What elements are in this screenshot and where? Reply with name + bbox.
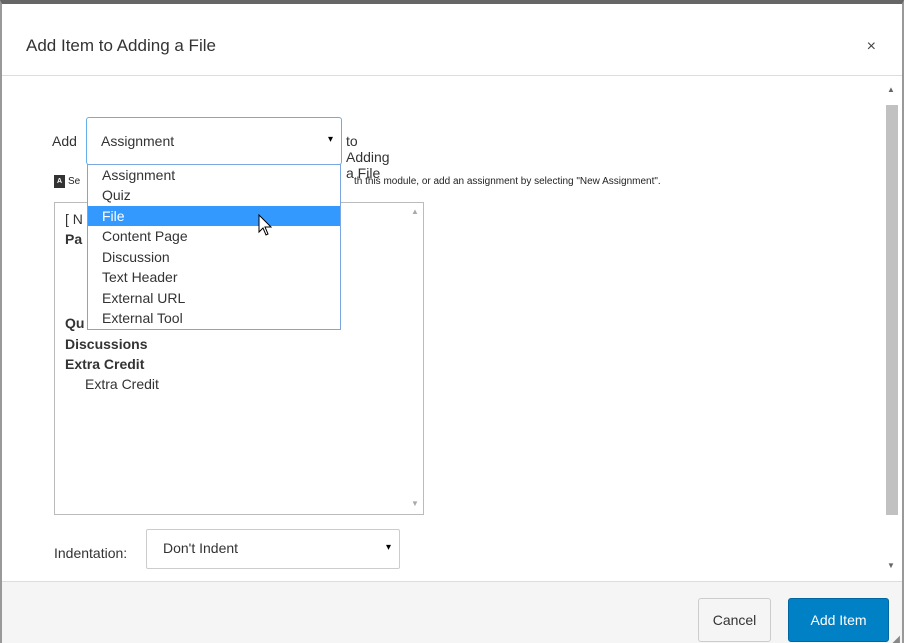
document-icon: A <box>54 175 65 188</box>
option-content-page[interactable]: Content Page <box>88 226 340 246</box>
option-external-url[interactable]: External URL <box>88 288 340 308</box>
list-item[interactable]: [ N <box>65 211 83 227</box>
hint-text-start: Se <box>68 176 81 187</box>
resize-handle-icon[interactable]: ◢ <box>892 634 900 643</box>
dialog-title: Add Item to Adding a File <box>26 36 216 55</box>
option-discussion[interactable]: Discussion <box>88 247 340 267</box>
close-icon[interactable]: × <box>867 38 876 56</box>
option-external-tool[interactable]: External Tool <box>88 308 340 328</box>
list-group: Discussions <box>65 336 148 352</box>
add-item-dialog: Add Item to Adding a File × Add Assignme… <box>0 0 904 643</box>
indentation-select[interactable]: Don't Indent ▾ <box>146 529 400 569</box>
item-type-value: Assignment <box>101 133 175 149</box>
add-item-button[interactable]: Add Item <box>788 598 889 642</box>
option-quiz[interactable]: Quiz <box>88 185 340 205</box>
scroll-up-icon[interactable]: ▲ <box>411 207 419 216</box>
dialog-header: Add Item to Adding a File × <box>2 4 902 76</box>
list-group: Pa <box>65 231 83 247</box>
option-file[interactable]: File <box>88 206 340 226</box>
item-type-dropdown: Assignment Quiz File Content Page Discus… <box>87 164 341 330</box>
chevron-down-icon: ▾ <box>385 542 391 553</box>
list-group: Extra Credit <box>65 356 145 372</box>
add-suffix-label: to Adding a File <box>346 133 390 181</box>
add-prefix-label: Add <box>52 133 77 149</box>
cancel-button[interactable]: Cancel <box>698 598 771 642</box>
scroll-down-icon[interactable]: ▼ <box>411 499 419 508</box>
indentation-label: Indentation: <box>54 545 128 561</box>
indentation-value: Don't Indent <box>163 540 239 556</box>
option-assignment[interactable]: Assignment <box>88 165 340 185</box>
item-type-select[interactable]: Assignment ▾ <box>86 117 342 165</box>
scroll-up-icon[interactable]: ▲ <box>887 85 895 94</box>
dialog-scrollbar[interactable]: ▲ ▼ <box>884 83 898 575</box>
mouse-cursor-icon <box>258 214 273 236</box>
option-text-header[interactable]: Text Header <box>88 267 340 287</box>
chevron-down-icon: ▾ <box>327 134 333 145</box>
listbox-scrollbar[interactable]: ▲ ▼ <box>407 203 423 514</box>
scrollbar-thumb[interactable] <box>886 105 898 515</box>
hint-text-end: th this module, or add an assignment by … <box>354 176 661 187</box>
list-group: Qu <box>65 315 85 331</box>
dialog-footer: Cancel Add Item ◢ <box>2 581 902 643</box>
scroll-down-icon[interactable]: ▼ <box>887 561 895 570</box>
list-item[interactable]: Extra Credit <box>85 376 159 392</box>
